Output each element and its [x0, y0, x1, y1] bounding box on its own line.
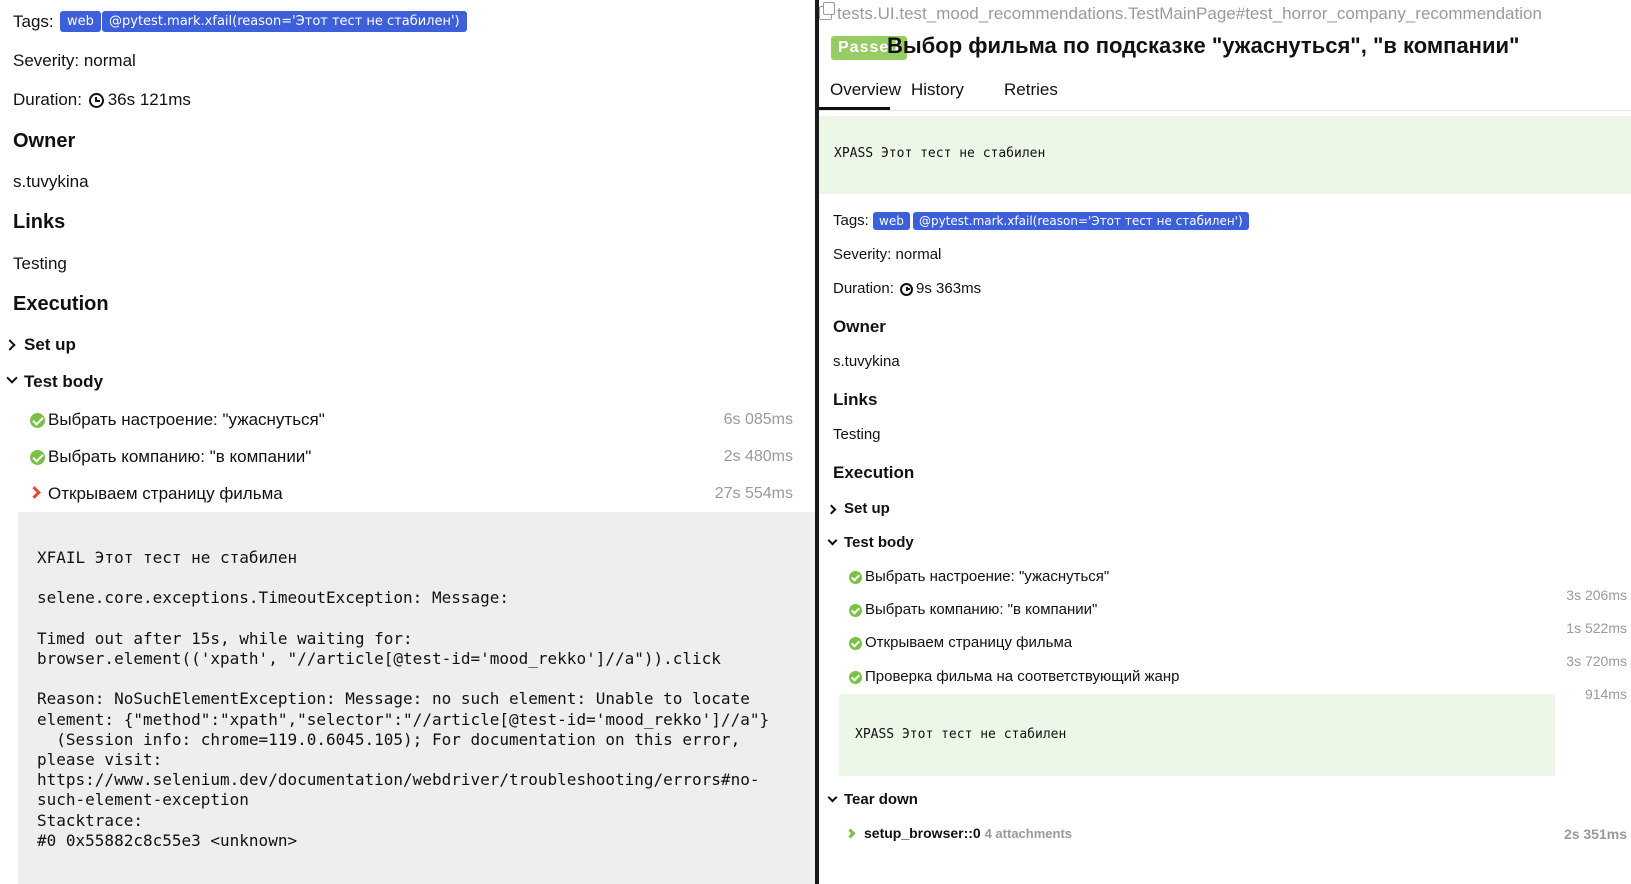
execution-heading: Execution: [833, 463, 915, 482]
test-body-section-toggle[interactable]: Test body: [844, 534, 914, 551]
chevron-down-icon[interactable]: [827, 535, 838, 546]
links-heading: Links: [833, 390, 878, 409]
chevron-down-icon[interactable]: [6, 372, 18, 384]
duration-value: 36s 121ms: [107, 90, 191, 109]
step-duration: 3s 206ms: [1566, 587, 1627, 603]
attachments-count: 4 attachments: [984, 826, 1073, 841]
failure-trace-box: XFAIL Этот тест не стабилен selene.core.…: [18, 512, 815, 884]
step-row[interactable]: Выбрать компанию: "в компании": [30, 447, 311, 467]
owner-name: s.tuvykina: [13, 172, 89, 191]
step-label: Выбрать компанию: "в компании": [865, 601, 1098, 618]
step-label: Проверка фильма на соответствующий жанр: [865, 668, 1180, 685]
tab-history[interactable]: History: [911, 80, 964, 100]
chevron-right-icon[interactable]: [4, 339, 16, 351]
step-duration: 2s 480ms: [723, 448, 793, 465]
tab-divider: [819, 110, 1631, 111]
step-label: Открываем страницу фильма: [865, 634, 1073, 651]
step-row[interactable]: Выбрать настроение: "ужаснуться": [849, 568, 1109, 585]
setup-section-toggle[interactable]: Set up: [24, 335, 76, 355]
step-status-message: XPASS Этот тест не стабилен: [855, 727, 1067, 742]
setup-section-toggle[interactable]: Set up: [844, 500, 890, 517]
step-duration: 914ms: [1584, 686, 1627, 702]
step-duration: 1s 522ms: [1566, 620, 1627, 636]
links-heading: Links: [13, 211, 66, 233]
teardown-step-label: setup_browser::0: [864, 825, 981, 841]
testing-link[interactable]: Testing: [833, 426, 881, 443]
severity-text: Severity: normal: [13, 51, 136, 70]
left-report-pane: Tags: web @pytest.mark.xfail(reason='Это…: [0, 0, 815, 884]
check-circle-icon: [30, 413, 45, 429]
step-row[interactable]: Открываем страницу фильма: [849, 634, 1072, 651]
tab-retries[interactable]: Retries: [1004, 80, 1058, 100]
step-duration: 6s 085ms: [723, 411, 793, 428]
testing-link[interactable]: Testing: [13, 254, 67, 274]
duration-label: Duration:: [13, 90, 82, 109]
test-body-section-toggle[interactable]: Test body: [24, 372, 103, 392]
tags-label: Tags:: [833, 212, 869, 229]
check-circle-icon: [849, 670, 862, 684]
chevron-right-icon[interactable]: [826, 504, 837, 515]
check-circle-icon: [849, 570, 862, 584]
test-path: tests.UI.test_mood_recommendations.TestM…: [819, 2, 1542, 24]
step-row[interactable]: Выбрать настроение: "ужаснуться": [30, 410, 325, 430]
step-label: Выбрать настроение: "ужаснуться": [865, 568, 1110, 585]
tags-label: Tags:: [13, 12, 54, 31]
duration-row: Duration: 9s 363ms: [833, 280, 981, 297]
step-row[interactable]: Проверка фильма на соответствующий жанр: [849, 668, 1180, 685]
tag-web-badge: web: [60, 11, 101, 32]
step-duration: 27s 554ms: [714, 485, 793, 502]
check-circle-icon: [849, 603, 862, 617]
execution-heading: Execution: [13, 293, 109, 315]
test-path-text: tests.UI.test_mood_recommendations.TestM…: [837, 4, 1542, 23]
chevron-down-icon[interactable]: [827, 792, 838, 803]
status-message: XPASS Этот тест не стабилен: [834, 146, 1046, 161]
stack-trace-text: XFAIL Этот тест не стабилен selene.core.…: [37, 548, 770, 850]
tab-overview[interactable]: Overview: [830, 80, 901, 100]
check-circle-icon: [849, 636, 862, 650]
check-circle-icon: [30, 450, 45, 466]
teardown-step-duration: 2s 351ms: [1563, 826, 1627, 842]
duration-value: 9s 363ms: [916, 280, 982, 297]
teardown-section-toggle[interactable]: Tear down: [844, 791, 918, 808]
right-report-pane: tests.UI.test_mood_recommendations.TestM…: [819, 0, 1631, 884]
step-label: Открываем страницу фильма: [48, 484, 283, 503]
step-duration: 3s 720ms: [1566, 653, 1627, 669]
duration-row: Duration: 36s 121ms: [13, 90, 191, 110]
owner-heading: Owner: [833, 317, 886, 336]
tag-xfail-badge: @pytest.mark.xfail(reason='Этот тест не …: [102, 11, 467, 32]
teardown-step-row[interactable]: setup_browser::0 4 attachments: [864, 825, 1072, 841]
duration-label: Duration:: [833, 280, 894, 297]
chevron-right-failed-icon[interactable]: [28, 486, 41, 499]
severity-text: Severity: normal: [833, 246, 942, 263]
step-label: Выбрать компанию: "в компании": [48, 447, 312, 466]
owner-name: s.tuvykina: [833, 353, 900, 370]
owner-heading: Owner: [13, 130, 76, 152]
clock-icon: [88, 93, 104, 109]
test-title: Выбор фильма по подсказке "ужаснуться", …: [887, 33, 1520, 58]
step-row-failed[interactable]: Открываем страницу фильма: [48, 484, 283, 504]
step-label: Выбрать настроение: "ужаснуться": [48, 410, 325, 429]
copy-icon[interactable]: [819, 2, 835, 20]
chevron-right-icon[interactable]: [845, 828, 856, 839]
tag-web-badge: web: [873, 212, 910, 230]
tag-xfail-badge: @pytest.mark.xfail(reason='Этот тест не …: [913, 212, 1249, 230]
step-row[interactable]: Выбрать компанию: "в компании": [849, 601, 1097, 618]
clock-icon: [900, 282, 914, 296]
